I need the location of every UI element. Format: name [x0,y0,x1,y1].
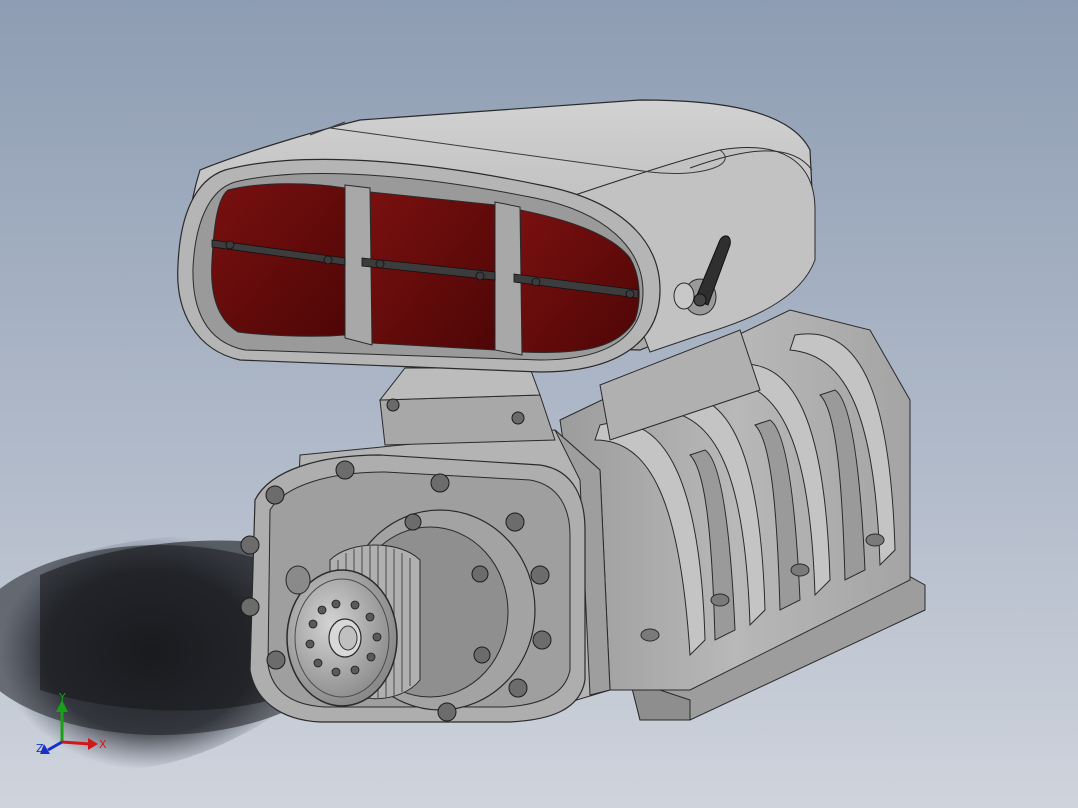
model-canvas[interactable]: Y X Z [0,0,1078,808]
x-axis-label: X [99,738,107,751]
z-axis-label: Z [36,742,44,755]
drive-pulley[interactable] [285,544,421,707]
y-axis-label: Y [58,691,66,704]
x-axis-arrow [61,740,91,746]
cad-3d-viewport[interactable]: Y X Z [0,0,1078,808]
